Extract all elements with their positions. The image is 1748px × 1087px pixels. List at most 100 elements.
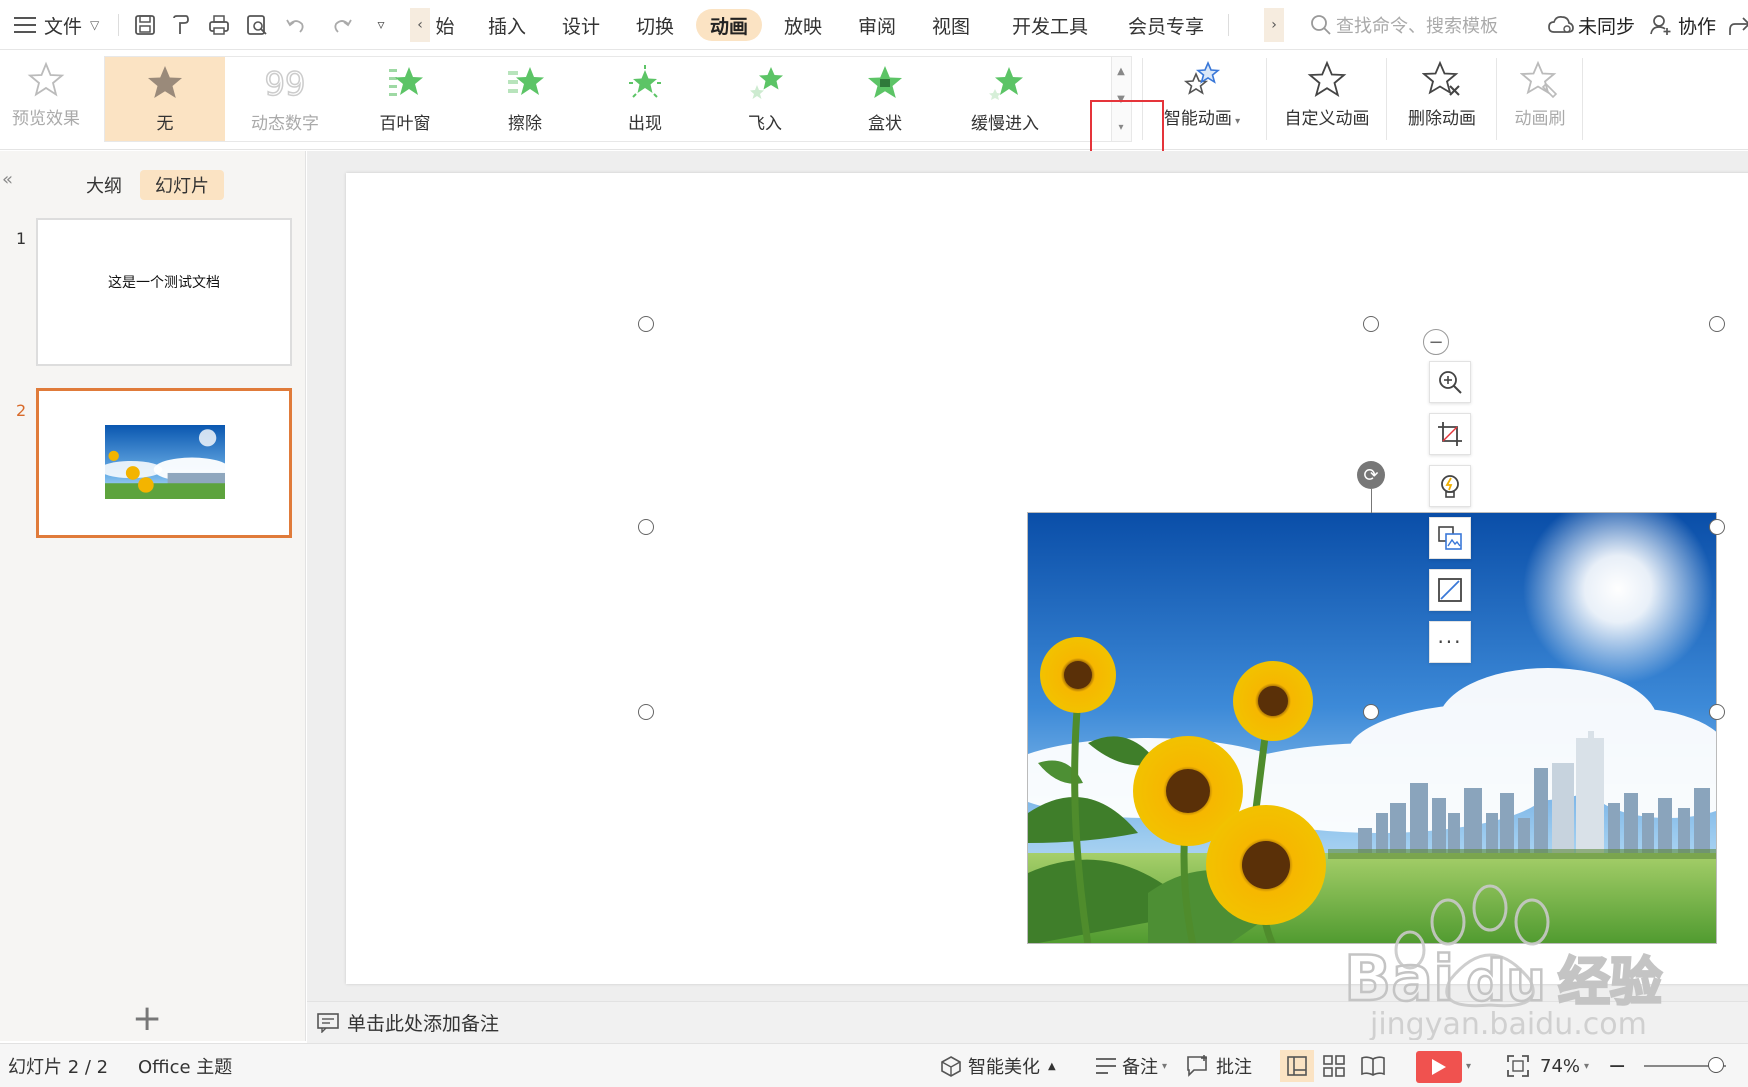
zoom-in-image-button[interactable] bbox=[1429, 361, 1471, 403]
fly-in-star-icon bbox=[750, 67, 783, 99]
tab-label: 始 bbox=[435, 15, 455, 38]
share-icon[interactable] bbox=[1726, 12, 1748, 38]
effect-label: 擦除 bbox=[508, 114, 542, 134]
tab-label: 幻灯片 bbox=[155, 176, 209, 197]
print-preview-icon[interactable] bbox=[244, 12, 270, 38]
tab-scroll-left-button[interactable]: ‹ bbox=[410, 8, 430, 42]
divider bbox=[1496, 58, 1497, 140]
undo-icon[interactable] bbox=[282, 12, 308, 38]
zoom-slider-thumb[interactable] bbox=[1708, 1057, 1724, 1073]
tab-scroll-right-button[interactable]: › bbox=[1264, 8, 1284, 42]
resize-handle-bottom[interactable] bbox=[1363, 704, 1379, 720]
tab-insert[interactable]: 插入 bbox=[482, 9, 532, 41]
effect-blinds[interactable]: 百叶窗 bbox=[345, 57, 465, 141]
hamburger-menu-icon[interactable] bbox=[12, 12, 38, 38]
slide-thumbnail-1[interactable]: 这是一个测试文档 bbox=[36, 218, 292, 366]
tab-slideshow[interactable]: 放映 bbox=[778, 9, 828, 41]
play-slideshow-button[interactable] bbox=[1416, 1051, 1462, 1083]
normal-view-button[interactable] bbox=[1280, 1050, 1314, 1082]
resize-handle-bottom-right[interactable] bbox=[1709, 704, 1725, 720]
sunflower-city-image[interactable] bbox=[1027, 512, 1717, 944]
tab-review[interactable]: 审阅 bbox=[852, 9, 902, 41]
chevron-down-icon[interactable]: ▾ bbox=[1466, 1044, 1471, 1087]
zoom-level[interactable]: 74% ▾ bbox=[1540, 1044, 1589, 1087]
file-menu[interactable]: 文件 ▽ bbox=[44, 0, 99, 50]
notes-placeholder: 单击此处添加备注 bbox=[347, 1013, 500, 1035]
sync-button[interactable]: 未同步 bbox=[1548, 12, 1635, 38]
slide-thumbnail-title: 这是一个测试文档 bbox=[108, 275, 220, 291]
print-icon[interactable] bbox=[206, 12, 232, 38]
effect-none[interactable]: 无 bbox=[105, 57, 225, 141]
animation-brush-button[interactable]: 动画刷 bbox=[1500, 56, 1580, 142]
resize-handle-top-left[interactable] bbox=[638, 316, 654, 332]
collaborate-button[interactable]: 协作 bbox=[1650, 12, 1716, 38]
play-icon bbox=[1432, 1059, 1446, 1075]
effect-label: 动态数字 bbox=[251, 114, 319, 134]
smart-suggest-button[interactable] bbox=[1429, 465, 1471, 507]
border-style-button[interactable] bbox=[1429, 569, 1471, 611]
tab-developer[interactable]: 开发工具 bbox=[1008, 9, 1092, 41]
effect-wipe[interactable]: 擦除 bbox=[465, 57, 585, 141]
format-painter-icon[interactable] bbox=[168, 12, 194, 38]
collapse-toolbar-icon[interactable]: − bbox=[1423, 329, 1449, 355]
image-to-text-button[interactable] bbox=[1429, 517, 1471, 559]
slide-thumbnail-2[interactable] bbox=[36, 388, 292, 538]
notes-toggle-button[interactable]: 备注 ▾ bbox=[1094, 1044, 1167, 1087]
sunflower-thumbnail-image bbox=[105, 425, 225, 499]
tab-label: 放映 bbox=[783, 15, 822, 38]
tab-view[interactable]: 视图 bbox=[926, 9, 976, 41]
delete-animation-button[interactable]: 删除动画 bbox=[1392, 56, 1492, 142]
zoom-out-button[interactable]: − bbox=[1608, 1044, 1626, 1087]
fit-to-window-button[interactable] bbox=[1506, 1054, 1530, 1083]
save-icon[interactable] bbox=[132, 12, 158, 38]
smart-animation-button[interactable]: 智能动画 ▾ bbox=[1148, 56, 1256, 142]
effect-crawl-in[interactable]: 缓慢进入 bbox=[945, 57, 1065, 141]
effect-fly-in[interactable]: 飞入 bbox=[705, 57, 825, 141]
effect-label: 飞入 bbox=[748, 114, 782, 134]
animation-brush-label: 动画刷 bbox=[1514, 109, 1566, 129]
search-box[interactable]: 查找命令、搜索模板 bbox=[1310, 12, 1498, 38]
collaborate-label: 协作 bbox=[1678, 15, 1717, 38]
smart-beautify-label: 智能美化 bbox=[968, 1057, 1040, 1078]
reading-view-button[interactable] bbox=[1360, 1054, 1386, 1083]
resize-handle-top-right[interactable] bbox=[1709, 316, 1725, 332]
preview-effect-button[interactable]: 预览效果 bbox=[6, 56, 86, 142]
animation-effect-gallery: 无 99 动态数字 百叶窗 擦除 出现 飞入 盒状 缓慢进入 bbox=[104, 56, 1112, 142]
box-star-icon bbox=[868, 66, 902, 98]
comments-button[interactable]: 批注 bbox=[1186, 1044, 1252, 1087]
tab-transitions[interactable]: 切换 bbox=[630, 9, 680, 41]
resize-handle-right[interactable] bbox=[1709, 519, 1725, 535]
collapse-pane-icon[interactable]: « bbox=[2, 169, 13, 190]
crop-image-button[interactable] bbox=[1429, 413, 1471, 455]
effect-appear[interactable]: 出现 bbox=[585, 57, 705, 141]
search-placeholder: 查找命令、搜索模板 bbox=[1336, 16, 1498, 37]
effect-box[interactable]: 盒状 bbox=[825, 57, 945, 141]
smart-beautify-button[interactable]: 智能美化 ▲ bbox=[940, 1044, 1056, 1087]
tab-slides[interactable]: 幻灯片 bbox=[140, 170, 224, 200]
tab-outline[interactable]: 大纲 bbox=[78, 170, 130, 200]
lightbulb-icon bbox=[1441, 475, 1459, 498]
preview-star-icon bbox=[27, 61, 65, 97]
custom-animation-star-icon bbox=[1307, 60, 1347, 97]
custom-animation-button[interactable]: 自定义动画 bbox=[1272, 56, 1382, 142]
resize-handle-left[interactable] bbox=[638, 519, 654, 535]
add-slide-button[interactable]: + bbox=[132, 1001, 162, 1037]
rotate-handle-icon[interactable]: ⟳ bbox=[1357, 461, 1385, 489]
tab-animations[interactable]: 动画 bbox=[696, 9, 762, 41]
tab-home[interactable]: 始 bbox=[430, 9, 460, 41]
customize-toolbar-icon[interactable]: ▿ bbox=[368, 12, 394, 38]
border-icon bbox=[1438, 578, 1462, 602]
redo-icon[interactable] bbox=[330, 12, 356, 38]
delete-animation-icon bbox=[1422, 60, 1460, 96]
tab-design[interactable]: 设计 bbox=[556, 9, 606, 41]
theme-name[interactable]: Office 主题 bbox=[138, 1044, 232, 1087]
notes-bar[interactable]: 单击此处添加备注 bbox=[307, 1001, 1748, 1043]
resize-handle-bottom-left[interactable] bbox=[638, 704, 654, 720]
more-options-icon[interactable]: ··· bbox=[1429, 621, 1471, 663]
gallery-scroll-up-button[interactable]: ▲ bbox=[1112, 57, 1130, 85]
file-menu-label: 文件 bbox=[44, 15, 83, 38]
resize-handle-top[interactable] bbox=[1363, 316, 1379, 332]
slide-sorter-button[interactable] bbox=[1322, 1054, 1346, 1083]
effect-dynamic-number[interactable]: 99 动态数字 bbox=[225, 57, 345, 141]
tab-member[interactable]: 会员专享 bbox=[1124, 9, 1208, 41]
